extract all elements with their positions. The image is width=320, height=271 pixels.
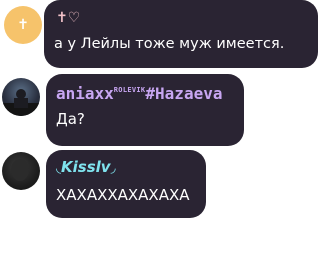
message-text: ХАХАХХАХАХАХА bbox=[56, 186, 190, 204]
chat-message: ◟Kisslv◞ ХАХАХХАХАХАХА bbox=[0, 150, 320, 222]
author-name-main: Kisslv bbox=[61, 158, 111, 176]
avatar-image bbox=[2, 89, 40, 116]
avatar[interactable] bbox=[2, 78, 40, 116]
author-name-superscript: ROLEVIK bbox=[113, 86, 146, 94]
chat-message: aniaxxROLEVIK#Hazaeva Да? bbox=[0, 74, 320, 146]
avatar-image bbox=[11, 159, 29, 181]
author-name[interactable]: ◟Kisslv◞ bbox=[56, 158, 116, 176]
author-name[interactable]: aniaxxROLEVIK#Hazaeva bbox=[56, 84, 222, 103]
message-bubble[interactable]: aniaxxROLEVIK#Hazaeva Да? bbox=[46, 74, 244, 146]
message-text: Да? bbox=[56, 110, 85, 128]
chat-message: ✝ ✝♡ а у Лейлы тоже муж имеется. bbox=[0, 0, 320, 72]
avatar[interactable]: ✝ bbox=[4, 6, 42, 44]
message-bubble[interactable]: ✝♡ а у Лейлы тоже муж имеется. bbox=[44, 0, 318, 68]
message-text: а у Лейлы тоже муж имеется. bbox=[54, 36, 285, 52]
wings-icon: ◞ bbox=[110, 161, 116, 176]
cross-icon: ✝ bbox=[17, 17, 29, 33]
author-name[interactable]: ✝♡ bbox=[56, 10, 80, 26]
avatar[interactable] bbox=[2, 152, 40, 190]
message-bubble[interactable]: ◟Kisslv◞ ХАХАХХАХАХАХА bbox=[46, 150, 206, 218]
author-name-main: aniaxx bbox=[56, 84, 114, 103]
author-name-tag: #Hazaeva bbox=[145, 84, 223, 103]
